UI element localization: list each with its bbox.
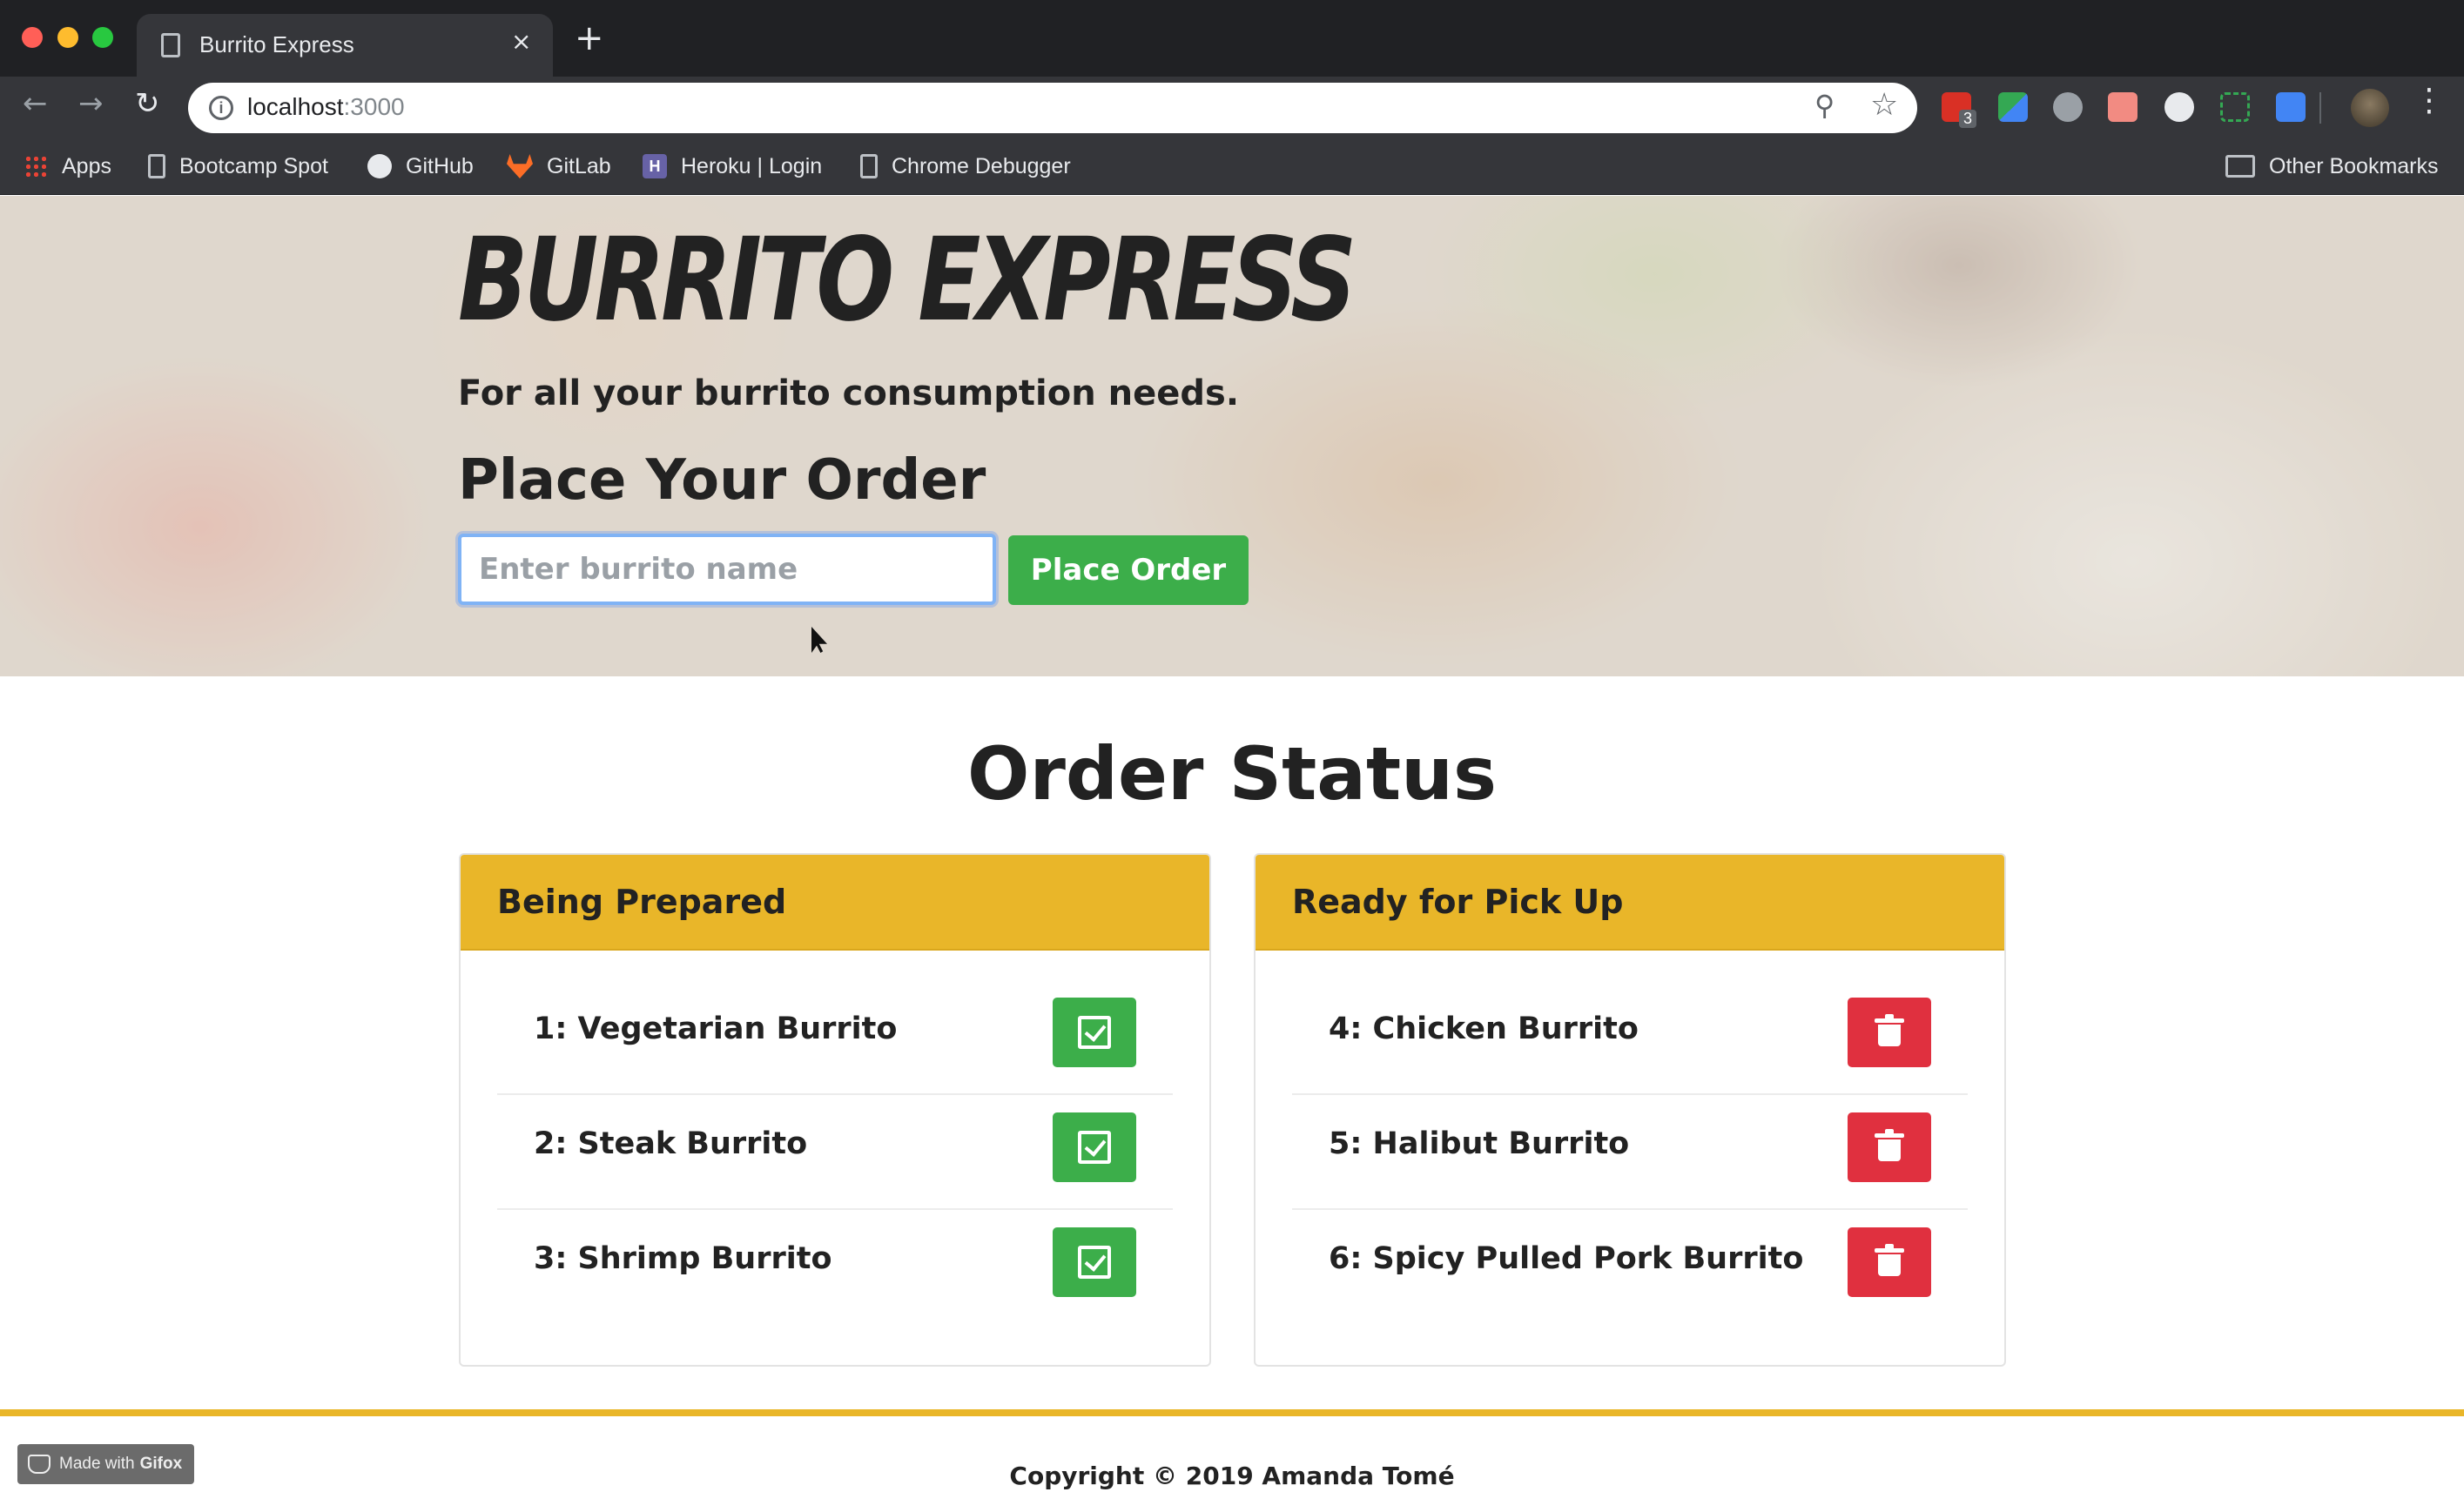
- extension-screenshot-icon[interactable]: [2220, 92, 2250, 122]
- bookmark-other-bookmarks[interactable]: Other Bookmarks: [2225, 150, 2439, 183]
- order-status-title: Order Status: [967, 731, 1497, 817]
- copyright-text: Copyright © 2019 Amanda Tomé: [1009, 1462, 1455, 1490]
- list-item: 4: Chicken Burrito: [1292, 980, 1968, 1095]
- tab-close-icon[interactable]: ×: [511, 30, 531, 54]
- delete-order-button[interactable]: [1848, 998, 1931, 1067]
- page-icon: [860, 154, 878, 178]
- browser-menu-icon[interactable]: ⋮: [2414, 85, 2445, 117]
- site-info-icon[interactable]: i: [209, 96, 233, 120]
- browser-toolbar: ← → ↻ i localhost:3000 ⚲ ☆ 3 ⋮: [0, 77, 2464, 139]
- mark-ready-button[interactable]: [1053, 1227, 1136, 1297]
- gifox-watermark: Made with Gifox: [17, 1444, 195, 1484]
- order-name: 6: Spicy Pulled Pork Burrito: [1329, 1241, 1804, 1276]
- mark-ready-button[interactable]: [1053, 1112, 1136, 1182]
- site-title: BURRITO EXPRESS: [458, 213, 1357, 347]
- gifox-logo-icon: [28, 1455, 50, 1474]
- back-arrow-icon[interactable]: ←: [23, 89, 48, 118]
- footer: Copyright © 2019 Amanda Tomé Made with Gi…: [0, 1409, 2464, 1492]
- trash-icon: [1875, 1244, 1904, 1276]
- order-name: 2: Steak Burrito: [534, 1126, 808, 1161]
- reload-icon[interactable]: ↻: [135, 89, 160, 118]
- delete-order-button[interactable]: [1848, 1227, 1931, 1297]
- checkbox-icon: [1078, 1016, 1111, 1049]
- zoom-icon[interactable]: ⚲: [1814, 91, 1835, 119]
- window-close-button[interactable]: [22, 27, 43, 48]
- trash-icon: [1875, 1014, 1904, 1046]
- hero-banner: BURRITO EXPRESS For all your burrito con…: [0, 196, 2464, 676]
- window-minimize-button[interactable]: [57, 27, 78, 48]
- list-item: 1: Vegetarian Burrito: [497, 980, 1173, 1095]
- browser-tab-bar: Burrito Express × +: [0, 0, 2464, 77]
- apps-grid-icon: [24, 154, 48, 178]
- extension-green-icon[interactable]: [1998, 92, 2028, 122]
- place-order-button[interactable]: Place Order: [1008, 535, 1249, 605]
- toolbar-divider: [2319, 92, 2321, 124]
- github-icon: [367, 154, 392, 178]
- ready-for-pickup-card: Ready for Pick Up 4: Chicken Burrito 5: …: [1254, 853, 2006, 1367]
- bookmark-bootcamp-spot[interactable]: Bootcamp Spot: [148, 150, 328, 183]
- being-prepared-card: Being Prepared 1: Vegetarian Burrito 2: …: [459, 853, 1211, 1367]
- heroku-icon: H: [643, 154, 667, 178]
- bookmark-gitlab[interactable]: GitLab: [507, 150, 611, 183]
- being-prepared-header: Being Prepared: [461, 855, 1209, 951]
- order-name: 5: Halibut Burrito: [1329, 1126, 1630, 1161]
- burrito-name-input[interactable]: [458, 534, 996, 605]
- delete-order-button[interactable]: [1848, 1112, 1931, 1182]
- order-name: 1: Vegetarian Burrito: [534, 1011, 898, 1046]
- window-zoom-button[interactable]: [92, 27, 113, 48]
- checkbox-icon: [1078, 1131, 1111, 1164]
- list-item: 3: Shrimp Burrito: [497, 1210, 1173, 1325]
- bookmarks-bar: Apps Bootcamp Spot GitHub GitLab H Herok…: [0, 139, 2464, 195]
- forward-arrow-icon[interactable]: →: [78, 89, 104, 118]
- bookmark-star-icon[interactable]: ☆: [1870, 90, 1898, 121]
- url-text[interactable]: localhost:3000: [247, 93, 405, 121]
- extension-json-icon[interactable]: [2164, 92, 2194, 122]
- order-name: 4: Chicken Burrito: [1329, 1011, 1639, 1046]
- extension-block-icon[interactable]: [2053, 92, 2083, 122]
- bookmark-heroku[interactable]: H Heroku | Login: [643, 150, 822, 183]
- address-bar[interactable]: i localhost:3000 ⚲ ☆: [188, 83, 1917, 133]
- ready-for-pickup-header: Ready for Pick Up: [1256, 855, 2004, 951]
- folder-icon: [2225, 155, 2255, 178]
- bookmark-apps[interactable]: Apps: [24, 150, 111, 183]
- order-heading: Place Your Order: [458, 448, 986, 513]
- extension-badge: 3: [1959, 110, 1977, 128]
- extension-video-icon[interactable]: [2108, 92, 2137, 122]
- new-tab-button[interactable]: +: [575, 21, 604, 56]
- tab-title: Burrito Express: [199, 31, 354, 57]
- page-icon: [161, 33, 180, 57]
- page-icon: [148, 154, 165, 178]
- list-item: 6: Spicy Pulled Pork Burrito: [1292, 1210, 1968, 1325]
- tagline: For all your burrito consumption needs.: [458, 373, 1240, 413]
- checkbox-icon: [1078, 1246, 1111, 1279]
- gitlab-icon: [507, 154, 533, 178]
- bookmark-github[interactable]: GitHub: [367, 150, 474, 183]
- order-name: 3: Shrimp Burrito: [534, 1241, 832, 1276]
- list-item: 2: Steak Burrito: [497, 1095, 1173, 1210]
- browser-tab-active[interactable]: Burrito Express ×: [137, 14, 553, 77]
- bookmark-chrome-debugger[interactable]: Chrome Debugger: [860, 150, 1071, 183]
- profile-avatar[interactable]: [2351, 89, 2389, 127]
- extension-blue-icon[interactable]: [2276, 92, 2306, 122]
- trash-icon: [1875, 1129, 1904, 1161]
- list-item: 5: Halibut Burrito: [1292, 1095, 1968, 1210]
- mark-ready-button[interactable]: [1053, 998, 1136, 1067]
